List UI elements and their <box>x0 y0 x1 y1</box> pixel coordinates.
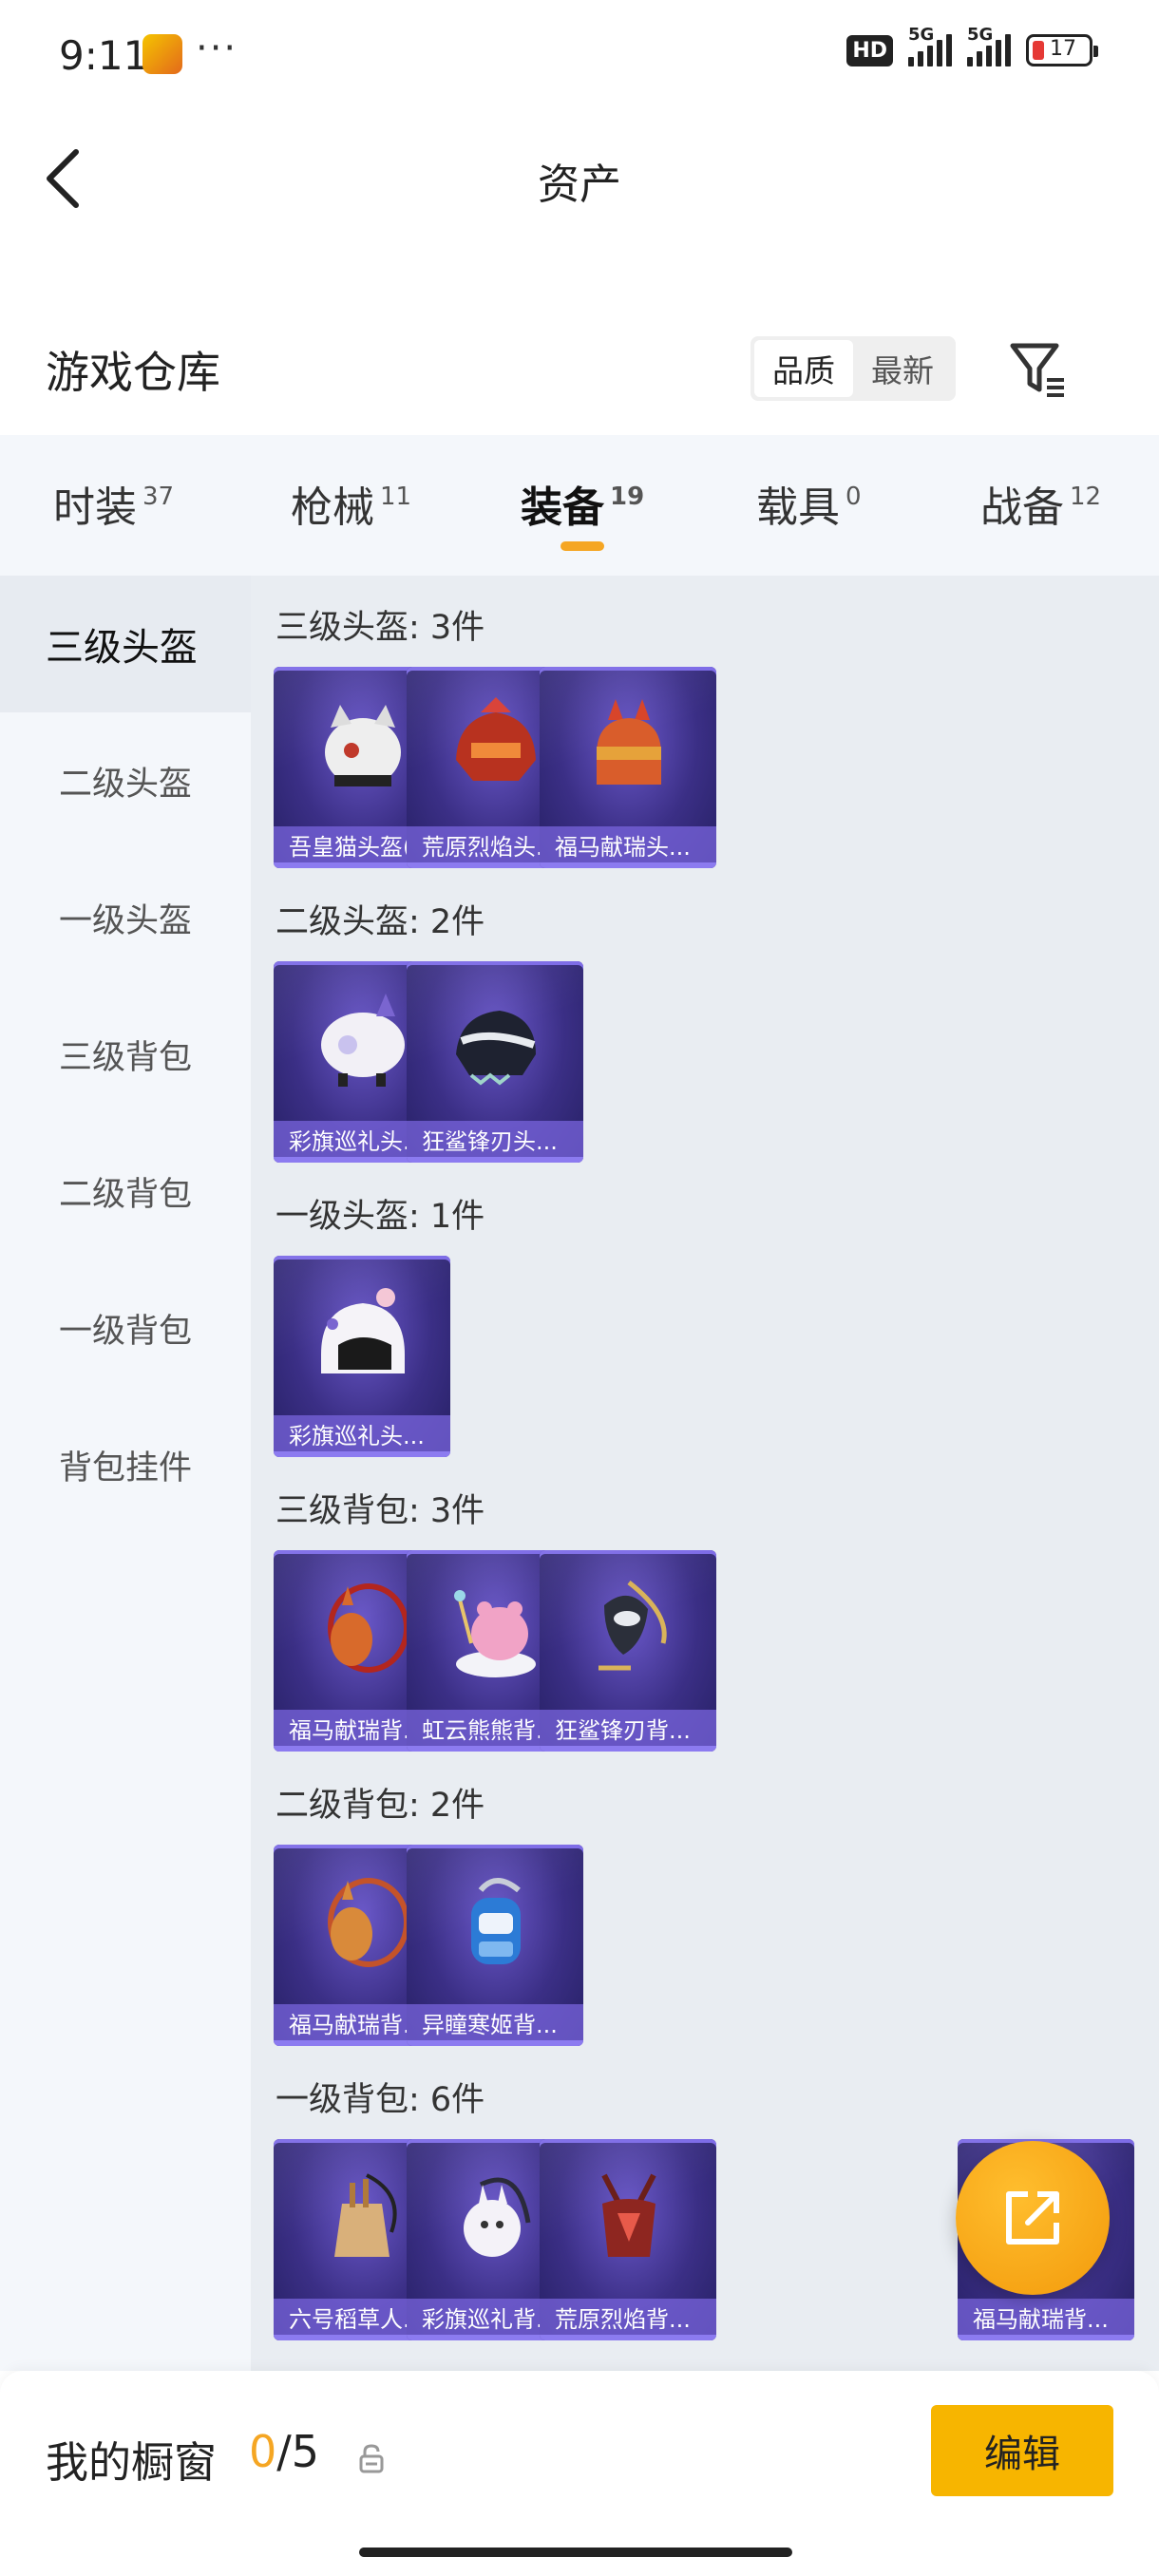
showcase-label: 我的橱窗 <box>46 2437 218 2488</box>
sidebar-item-level1-helmet[interactable]: 一级头盔 <box>0 849 251 986</box>
section-title: 一级背包: 6件 <box>276 2081 485 2119</box>
shark-helmet-icon <box>456 1011 536 1086</box>
showcase-current: 0 <box>249 2426 277 2477</box>
tab-label: 时装 <box>53 483 137 532</box>
network-label-2: 5G <box>967 25 994 45</box>
item-card[interactable]: 荒原烈焰背... <box>540 2139 716 2340</box>
edit-button[interactable]: 编辑 <box>931 2405 1113 2496</box>
share-icon <box>1006 2191 1059 2245</box>
sort-by-quality[interactable]: 品质 <box>754 340 853 397</box>
tab-fashion[interactable]: 时装 37 <box>53 473 174 534</box>
battery-icon: 17 <box>1026 34 1098 66</box>
horse-helmet-icon <box>597 699 661 785</box>
sidebar-item-level1-backpack[interactable]: 一级背包 <box>0 1260 251 1396</box>
category-tabs: 时装 37 枪械 11 装备 19 载具 0 战备 12 <box>0 435 1159 576</box>
showcase-count: 0/5 <box>249 2426 319 2477</box>
status-indicators: HD 5G 5G 17 <box>846 25 1098 66</box>
section-title: 二级头盔: 2件 <box>276 903 485 941</box>
flame-helmet-icon <box>456 697 536 781</box>
sidebar-item-level2-backpack[interactable]: 二级背包 <box>0 1123 251 1260</box>
sort-by-newest[interactable]: 最新 <box>853 340 952 397</box>
network-label-1: 5G <box>908 25 935 45</box>
section-title: 二级背包: 2件 <box>276 1787 485 1825</box>
item-card[interactable]: 异瞳寒姬背... <box>407 1845 583 2046</box>
signal-icon-2: 5G <box>967 25 1011 66</box>
status-time: 9:11 <box>59 32 149 79</box>
sidebar-item-level3-helmet[interactable]: 三级头盔 <box>0 576 251 712</box>
section-title: 三级背包: 3件 <box>276 1492 485 1530</box>
lock-icon[interactable] <box>357 2443 386 2473</box>
active-tab-indicator <box>560 541 604 551</box>
item-card[interactable]: 彩旗巡礼头... <box>274 1256 450 1457</box>
app-notification-icon <box>142 34 182 74</box>
sidebar: 三级头盔 二级头盔 一级头盔 三级背包 二级背包 一级背包 背包挂件 <box>0 576 251 2371</box>
horse-backpack-icon <box>328 1583 409 1673</box>
status-bar: 9:11 ··· HD 5G 5G 17 <box>0 0 1159 114</box>
page-title: 资产 <box>538 161 621 209</box>
tab-firearms[interactable]: 枪械 11 <box>291 473 411 534</box>
tab-count: 19 <box>610 483 645 511</box>
item-card[interactable]: 狂鲨锋刃头... <box>407 961 583 1163</box>
parade-helmet-icon <box>321 1288 405 1373</box>
tab-supplies[interactable]: 战备 12 <box>980 473 1101 534</box>
hd-icon: HD <box>846 34 893 66</box>
sidebar-item-backpack-pendant[interactable]: 背包挂件 <box>0 1396 251 1533</box>
bottom-bar: 我的橱窗 0/5 编辑 <box>0 2371 1159 2576</box>
tab-count: 0 <box>846 483 862 511</box>
signal-icon-1: 5G <box>908 25 952 66</box>
tab-label: 载具 <box>756 483 840 532</box>
sidebar-item-level2-helmet[interactable]: 二级头盔 <box>0 712 251 849</box>
section-title: 三级头盔: 3件 <box>276 609 485 647</box>
cat-helmet-icon <box>325 705 401 786</box>
parade-backpack-icon <box>464 2177 531 2257</box>
more-notifications-icon: ··· <box>196 27 238 70</box>
section-title: 一级头盔: 1件 <box>276 1198 485 1236</box>
item-grid: 三级头盔: 3件 吾皇猫头盔(... 荒原烈焰头... 福马献瑞头... 二级头… <box>251 576 1159 2371</box>
flame-backpack-icon <box>601 2173 656 2257</box>
tab-equipment[interactable]: 装备 19 <box>521 473 644 534</box>
tab-count: 12 <box>1070 483 1102 511</box>
shark-backpack-icon <box>598 1581 667 1671</box>
item-card[interactable]: 福马献瑞头... <box>540 667 716 868</box>
sidebar-item-level3-backpack[interactable]: 三级背包 <box>0 986 251 1123</box>
tab-label: 装备 <box>521 483 604 532</box>
item-card[interactable]: 狂鲨锋刃背... <box>540 1550 716 1752</box>
filter-icon[interactable] <box>1007 338 1068 399</box>
bear-backpack-icon <box>454 1590 536 1677</box>
parade-helmet-icon <box>321 994 405 1087</box>
home-indicator[interactable] <box>359 2548 792 2557</box>
showcase-total: /5 <box>276 2426 320 2477</box>
tab-label: 战备 <box>980 483 1064 532</box>
tab-count: 37 <box>142 483 175 511</box>
heterochromia-backpack-icon <box>471 1878 521 1964</box>
scarecrow-backpack-icon <box>334 2173 397 2257</box>
horse-backpack-icon <box>328 1878 409 1967</box>
sort-toggle: 品质 最新 <box>750 336 956 401</box>
battery-level: 17 <box>1050 37 1076 61</box>
share-fab-button[interactable] <box>956 2141 1110 2295</box>
tab-count: 11 <box>380 483 412 511</box>
tab-label: 枪械 <box>291 483 374 532</box>
tab-vehicles[interactable]: 载具 0 <box>756 473 862 534</box>
warehouse-title: 游戏仓库 <box>46 347 220 398</box>
